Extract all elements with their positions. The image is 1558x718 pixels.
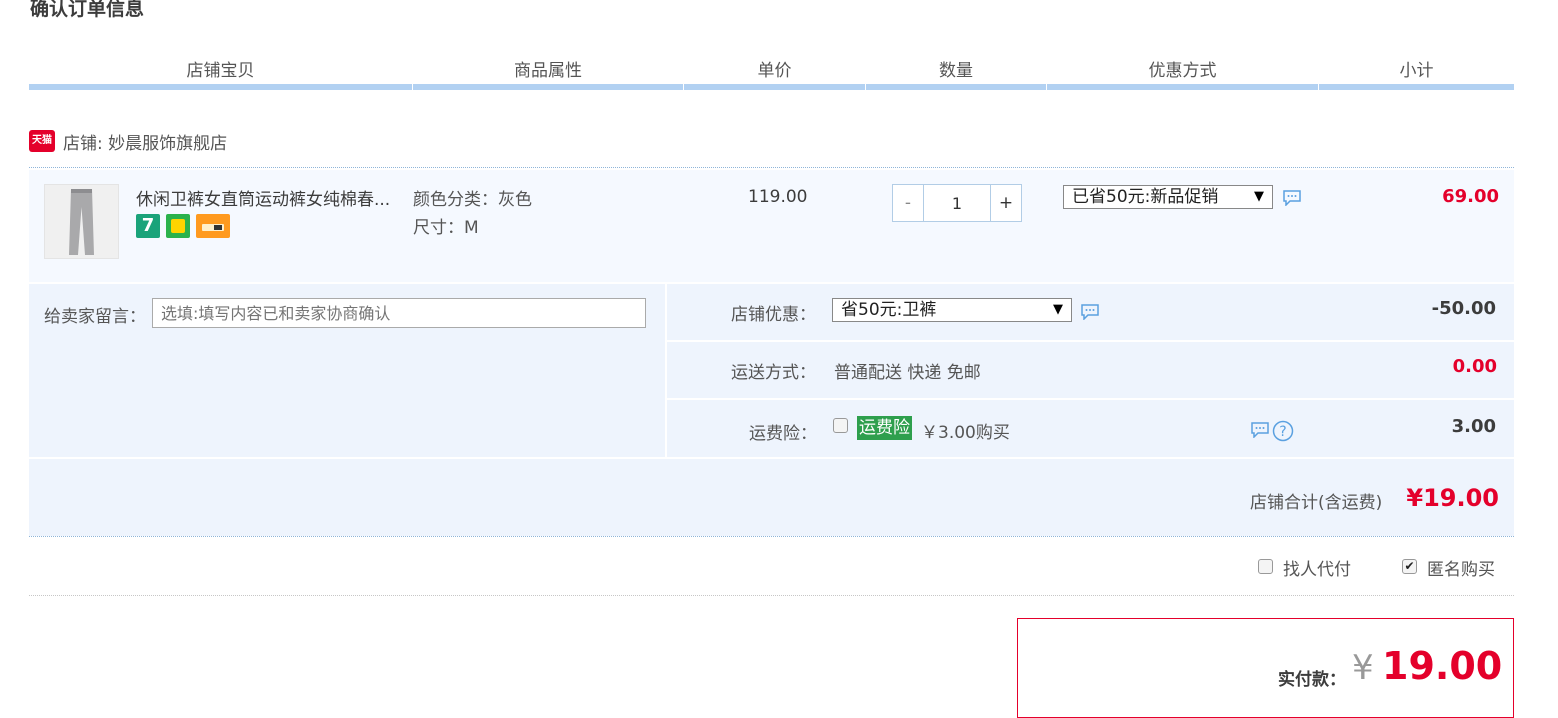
tmall-icon: 天猫 [29, 130, 55, 152]
payment-label: 实付款： [1278, 670, 1346, 690]
column-header-attributes: 商品属性 [514, 61, 582, 81]
page-title: 确认订单信息 [30, 0, 145, 20]
shop-discount-select[interactable]: 省50元:卫裤 ▼ [832, 298, 1072, 322]
credit-card-icon[interactable] [196, 214, 230, 238]
column-bar [1047, 84, 1318, 90]
shop-total-label: 店铺合计(含运费) [1250, 493, 1383, 513]
seven-day-return-icon[interactable]: 7 [136, 214, 160, 238]
insurance-amount: 3.00 [1451, 416, 1496, 437]
message-icon[interactable] [1080, 304, 1100, 320]
attr-color: 颜色分类：灰色 [413, 190, 532, 210]
shop-total-amount: ¥19.00 [1406, 484, 1499, 512]
shipping-label: 运送方式： [731, 363, 816, 383]
proxy-pay-label[interactable]: 找人代付 [1283, 555, 1351, 580]
product-title-link[interactable]: 休闲卫裤女直筒运动裤女纯棉春... [136, 185, 390, 210]
shopping-bag-icon[interactable] [166, 214, 190, 238]
dropdown-arrow-icon: ▼ [1053, 302, 1063, 317]
shop-name-link[interactable]: 店铺: 妙晨服饰旗舰店 [63, 129, 227, 154]
column-header-unit-price: 单价 [757, 61, 792, 81]
column-header-quantity: 数量 [939, 61, 973, 81]
column-bar [1319, 84, 1514, 90]
divider [29, 595, 1514, 596]
column-header-discount: 优惠方式 [1148, 61, 1217, 81]
payment-amount: 19.00 [1382, 644, 1503, 688]
decrease-quantity-button[interactable]: - [893, 185, 923, 221]
increase-quantity-button[interactable]: + [991, 185, 1021, 221]
pants-image-icon [45, 185, 118, 258]
shop-discount-label: 店铺优惠： [731, 305, 816, 325]
svg-text:?: ? [1279, 424, 1286, 440]
help-icon[interactable]: ? [1272, 420, 1294, 442]
shop-discount-select-value: 省50元:卫裤 [841, 300, 937, 320]
shop-discount-amount: -50.00 [1431, 298, 1496, 319]
column-bar [29, 84, 412, 90]
item-subtotal: 69.00 [1442, 186, 1499, 207]
insurance-label: 运费险： [749, 424, 817, 444]
divider [29, 536, 1514, 537]
product-thumbnail[interactable] [44, 184, 119, 259]
anonymous-checkbox[interactable] [1402, 559, 1417, 574]
item-promo-select[interactable]: 已省50元:新品促销 ▼ [1063, 185, 1273, 209]
anonymous-label[interactable]: 匿名购买 [1427, 555, 1495, 580]
item-promo-select-value: 已省50元:新品促销 [1072, 187, 1219, 207]
currency-symbol: ¥ [1352, 648, 1374, 688]
shipping-amount: 0.00 [1452, 356, 1497, 377]
column-header-subtotal: 小计 [1399, 61, 1434, 81]
column-bar [866, 84, 1046, 90]
quantity-input[interactable] [923, 185, 991, 221]
unit-price: 119.00 [748, 187, 808, 207]
shipping-value: 普通配送 快递 免邮 [834, 363, 981, 383]
insurance-price: ￥3.00购买 [921, 423, 1010, 443]
message-icon[interactable] [1250, 422, 1270, 438]
memo-label: 给卖家留言： [44, 307, 146, 327]
column-header-shop-item: 店铺宝贝 [186, 61, 255, 81]
proxy-pay-checkbox[interactable] [1258, 559, 1273, 574]
column-bar [684, 84, 865, 90]
memo-input[interactable] [152, 298, 646, 328]
message-icon[interactable] [1282, 190, 1302, 206]
insurance-checkbox[interactable] [833, 418, 848, 433]
insurance-tag: 运费险 [857, 416, 912, 440]
divider [29, 167, 1514, 168]
attr-size: 尺寸：M [413, 218, 479, 238]
dropdown-arrow-icon: ▼ [1254, 189, 1264, 204]
quantity-stepper[interactable]: - + [892, 184, 1022, 222]
column-bar [413, 84, 683, 90]
